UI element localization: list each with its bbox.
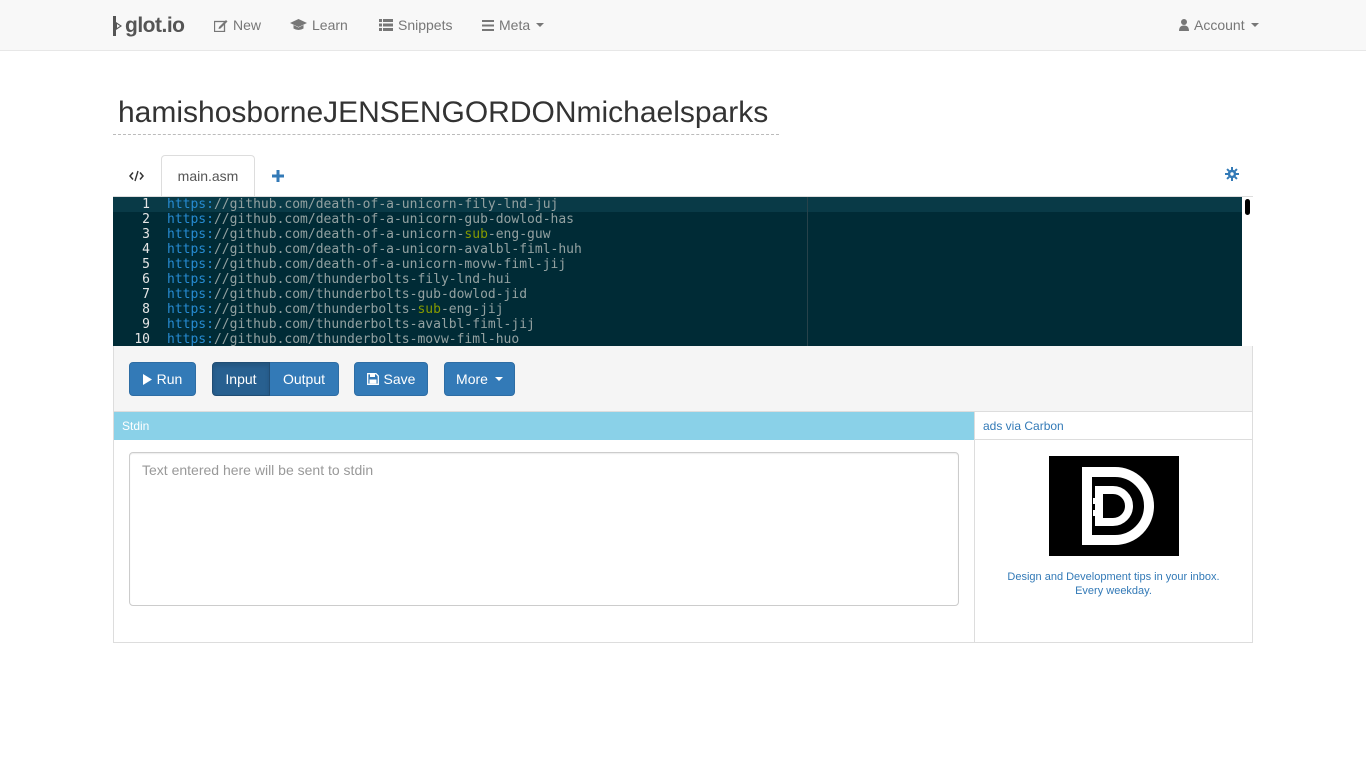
ad-logo-icon bbox=[1082, 467, 1154, 545]
save-label: Save bbox=[383, 371, 416, 387]
code-line: 3 https://github.com/death-of-a-unicorn-s… bbox=[142, 227, 551, 242]
carbon-ads-link[interactable]: ads via Carbon bbox=[975, 412, 1252, 440]
ads-panel: ads via Carbon Design and Development ti… bbox=[974, 411, 1253, 643]
action-toolbar: Run Input Output Save More bbox=[113, 346, 1253, 412]
graduation-cap-icon bbox=[290, 19, 307, 31]
run-button[interactable]: Run bbox=[129, 362, 196, 396]
tab-file-main[interactable]: main.asm bbox=[161, 155, 255, 197]
user-icon bbox=[1179, 19, 1189, 31]
io-panel: Stdin bbox=[113, 411, 975, 643]
run-label: Run bbox=[156, 371, 183, 387]
output-label: Output bbox=[282, 371, 326, 387]
nav-account-label: Account bbox=[1194, 17, 1245, 33]
nav-meta-dropdown[interactable]: Meta bbox=[482, 0, 545, 50]
code-icon bbox=[128, 170, 144, 182]
list-icon bbox=[379, 19, 393, 31]
bars-icon bbox=[482, 19, 494, 31]
brand-text: glot.io bbox=[125, 13, 185, 37]
code-line: 5 https://github.com/death-of-a-unicorn-m… bbox=[142, 257, 567, 272]
add-file-button[interactable] bbox=[263, 155, 293, 197]
code-line: 6 https://github.com/thunderbolts-fily-ln… bbox=[142, 272, 512, 287]
ad-text-link[interactable]: Design and Development tips in your inbo… bbox=[993, 570, 1234, 598]
edit-icon bbox=[214, 19, 228, 32]
gear-icon bbox=[1225, 167, 1239, 181]
brand-logo[interactable]: glot.io bbox=[112, 12, 185, 39]
save-button[interactable]: Save bbox=[354, 362, 428, 396]
stdin-input[interactable] bbox=[129, 452, 959, 606]
code-editor[interactable]: 1 https://github.com/death-of-a-unicorn-f… bbox=[113, 197, 1253, 346]
nav-account-dropdown[interactable]: Account bbox=[1179, 0, 1259, 50]
navbar: glot.io New Learn Snippets Meta Account bbox=[0, 0, 1366, 51]
tab-code-view[interactable] bbox=[113, 155, 159, 197]
nav-meta-label: Meta bbox=[499, 17, 531, 33]
nav-learn-label: Learn bbox=[312, 17, 348, 33]
code-line: 4 https://github.com/death-of-a-unicorn-a… bbox=[142, 242, 582, 257]
code-line: 1 https://github.com/death-of-a-unicorn-f… bbox=[142, 197, 559, 212]
snippet-title-field[interactable]: hamishosborneJENSENGORDONmichaelsparks bbox=[113, 90, 779, 135]
input-toggle-button[interactable]: Input bbox=[212, 362, 270, 396]
code-line: 10 https://github.com/thunderbolts-movw-f… bbox=[134, 332, 520, 346]
code-line: 9 https://github.com/thunderbolts-avalbl-… bbox=[142, 317, 535, 332]
floppy-disk-icon bbox=[366, 373, 379, 385]
chevron-down-icon bbox=[494, 377, 503, 381]
output-toggle-button[interactable]: Output bbox=[270, 362, 339, 396]
more-label: More bbox=[456, 371, 488, 387]
ad-image[interactable] bbox=[1049, 456, 1179, 556]
input-label: Input bbox=[225, 371, 257, 387]
glot-logo-icon bbox=[113, 15, 122, 36]
play-icon bbox=[142, 373, 152, 385]
nav-snippets[interactable]: Snippets bbox=[379, 0, 452, 50]
editor-tabs: main.asm bbox=[113, 155, 1253, 197]
code-line: 7 https://github.com/thunderbolts-gub-dow… bbox=[142, 287, 528, 302]
code-line: 8 https://github.com/thunderbolts-sub-eng… bbox=[142, 302, 504, 317]
more-dropdown-button[interactable]: More bbox=[444, 362, 515, 396]
stdin-header: Stdin bbox=[114, 412, 975, 440]
nav-snippets-label: Snippets bbox=[398, 17, 453, 33]
scrollbar-thumb[interactable] bbox=[1245, 199, 1250, 215]
tab-file-label: main.asm bbox=[177, 168, 239, 184]
chevron-down-icon bbox=[1250, 23, 1259, 27]
chevron-down-icon bbox=[536, 23, 545, 27]
nav-new-label: New bbox=[233, 17, 262, 33]
editor-scrollbar[interactable] bbox=[1242, 197, 1253, 346]
nav-learn[interactable]: Learn bbox=[290, 0, 348, 50]
settings-button[interactable] bbox=[1225, 167, 1241, 183]
nav-new[interactable]: New bbox=[214, 0, 261, 50]
code-line: 2 https://github.com/death-of-a-unicorn-g… bbox=[142, 212, 574, 227]
plus-icon bbox=[272, 170, 284, 182]
snippet-title: hamishosborneJENSENGORDONmichaelsparks bbox=[118, 96, 769, 129]
